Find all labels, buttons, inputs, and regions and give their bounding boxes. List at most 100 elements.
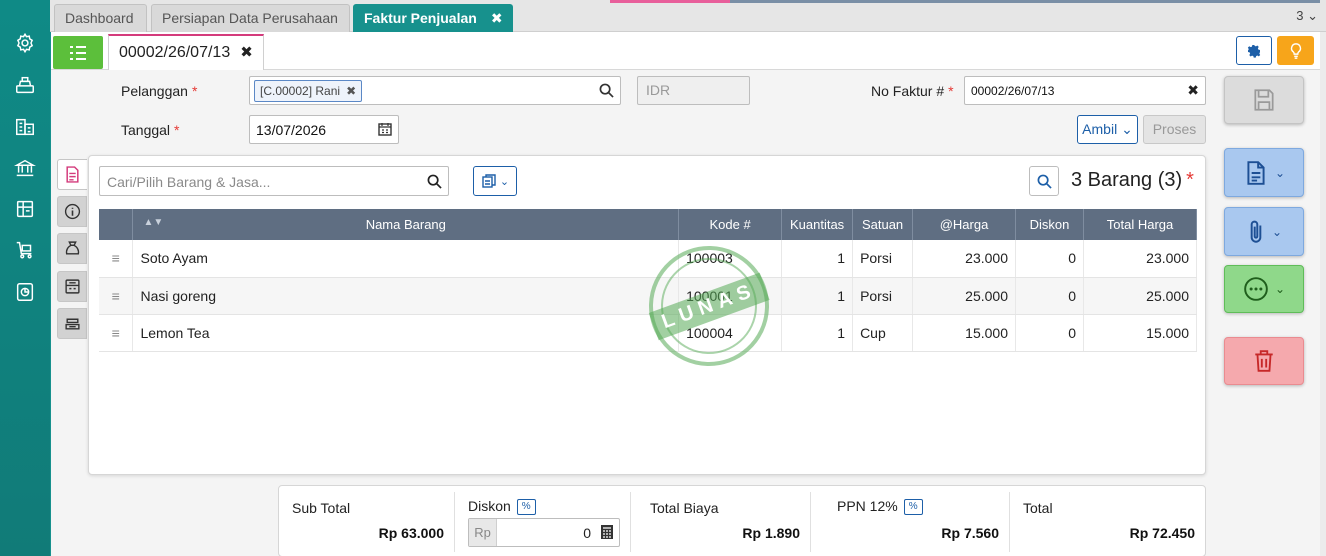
find-item-button[interactable] bbox=[1029, 166, 1059, 196]
item-discount[interactable]: 0 bbox=[1015, 314, 1084, 352]
item-search-input[interactable]: Cari/Pilih Barang & Jasa... bbox=[99, 166, 449, 196]
drag-handle-icon[interactable]: ≡ bbox=[99, 314, 134, 352]
tab-shipping[interactable] bbox=[57, 271, 87, 302]
item-code: 100001 bbox=[678, 277, 783, 315]
customer-select[interactable]: [C.00002] Rani ✖ bbox=[249, 76, 621, 105]
tab-count-dropdown[interactable]: 3 ⌄ bbox=[1296, 8, 1318, 24]
column-satuan[interactable]: Satuan bbox=[852, 209, 914, 240]
main-panel: 00002/26/07/13 ✖ Pelanggan * [C.00002] Ran… bbox=[50, 32, 1320, 556]
item-price[interactable]: 25.000 bbox=[912, 277, 1016, 315]
item-qty[interactable]: 1 bbox=[781, 314, 854, 352]
drag-handle-icon[interactable]: ≡ bbox=[99, 277, 134, 315]
customer-chip-label: [C.00002] Rani bbox=[260, 84, 341, 98]
discount-input[interactable]: Rp 0 bbox=[468, 518, 620, 547]
percent-toggle[interactable]: % bbox=[903, 499, 923, 516]
inventory-icon[interactable] bbox=[13, 197, 37, 221]
bank-icon[interactable] bbox=[13, 156, 37, 180]
item-count: 3 Barang (3) * bbox=[1071, 169, 1194, 191]
item-discount[interactable]: 0 bbox=[1015, 277, 1084, 315]
delete-button[interactable] bbox=[1224, 337, 1304, 385]
tax-label: PPN 12%% bbox=[837, 498, 923, 516]
item-price[interactable]: 23.000 bbox=[912, 240, 1016, 278]
chevron-down-icon: ⌄ bbox=[1274, 282, 1286, 296]
ambil-dropdown-button[interactable]: Ambil ⌄ bbox=[1077, 115, 1138, 144]
main-sidebar bbox=[0, 0, 50, 556]
close-icon[interactable]: ✖ bbox=[491, 10, 503, 26]
date-input[interactable]: 13/07/2026 bbox=[249, 115, 399, 144]
table-row[interactable]: ≡ Soto Ayam 100003 1 Porsi 23.000 0 23.0… bbox=[99, 240, 1198, 278]
item-name[interactable]: Nasi goreng bbox=[132, 277, 680, 315]
document-tab[interactable]: 00002/26/07/13 ✖ bbox=[108, 34, 264, 70]
tax-cell: PPN 12%% Rp 7.560 bbox=[811, 492, 1010, 552]
settings-button[interactable] bbox=[1236, 36, 1272, 65]
tab-dashboard-label: Dashboard bbox=[65, 10, 134, 26]
invoice-number-label: No Faktur # * bbox=[871, 83, 954, 99]
calculator-icon[interactable] bbox=[600, 524, 614, 543]
copy-icon bbox=[482, 174, 496, 188]
item-discount[interactable]: 0 bbox=[1015, 240, 1084, 278]
document-menu-button[interactable]: ⌄ bbox=[1224, 148, 1304, 197]
attachment-button[interactable]: ⌄ bbox=[1224, 207, 1304, 256]
warehouse-cart-icon[interactable] bbox=[13, 238, 37, 262]
search-icon[interactable] bbox=[599, 83, 614, 101]
discount-label: Diskon% bbox=[468, 498, 536, 516]
top-tab-bar: Dashboard Persiapan Data Perusahaan Fakt… bbox=[50, 0, 1326, 32]
item-search-placeholder: Cari/Pilih Barang & Jasa... bbox=[107, 174, 271, 190]
item-count-label: 3 Barang (3) bbox=[1071, 169, 1183, 191]
tab-dashboard[interactable]: Dashboard bbox=[54, 4, 147, 32]
trash-icon bbox=[1255, 350, 1273, 372]
column-kuantitas[interactable]: Kuantitas bbox=[781, 209, 854, 240]
remove-chip-icon[interactable]: ✖ bbox=[346, 84, 356, 98]
discount-currency: Rp bbox=[469, 519, 497, 546]
column-handle bbox=[99, 209, 134, 240]
column-harga[interactable]: @Harga bbox=[912, 209, 1016, 240]
table-row[interactable]: ≡ Nasi goreng 100001 1 Porsi 25.000 0 25… bbox=[99, 277, 1198, 315]
tab-persiapan-label: Persiapan Data Perusahaan bbox=[162, 10, 338, 26]
tab-payment[interactable] bbox=[57, 233, 87, 264]
item-total: 15.000 bbox=[1083, 314, 1198, 352]
building-icon[interactable] bbox=[13, 115, 37, 139]
item-price[interactable]: 15.000 bbox=[912, 314, 1016, 352]
column-nama-barang[interactable]: ▲▼ Nama Barang bbox=[132, 209, 680, 240]
settings-icon[interactable] bbox=[13, 31, 37, 55]
more-actions-button[interactable]: ⌄ bbox=[1224, 265, 1304, 313]
tab-persiapan-data[interactable]: Persiapan Data Perusahaan bbox=[151, 4, 350, 32]
column-diskon[interactable]: Diskon bbox=[1015, 209, 1084, 240]
tab-info[interactable] bbox=[57, 196, 87, 227]
tab-notes[interactable] bbox=[57, 308, 87, 339]
tips-button[interactable] bbox=[1277, 36, 1314, 65]
percent-toggle[interactable]: % bbox=[516, 499, 536, 516]
invoice-number-input[interactable]: 00002/26/07/13 ✖ bbox=[964, 76, 1206, 105]
calendar-icon[interactable] bbox=[378, 122, 392, 139]
close-icon[interactable]: ✖ bbox=[240, 44, 253, 61]
cost-label: Total Biaya bbox=[650, 500, 719, 516]
item-qty[interactable]: 1 bbox=[781, 277, 854, 315]
chevron-down-icon: ⌄ bbox=[1274, 165, 1286, 180]
item-name[interactable]: Lemon Tea bbox=[132, 314, 680, 352]
table-row[interactable]: ≡ Lemon Tea 100004 1 Cup 15.000 0 15.000 bbox=[99, 314, 1198, 352]
items-table-header: ▲▼ Nama Barang Kode # Kuantitas Satuan @H… bbox=[99, 209, 1198, 240]
sort-icon[interactable]: ▲▼ bbox=[143, 217, 163, 228]
copy-items-button[interactable]: ⌄ bbox=[473, 166, 517, 196]
column-kode[interactable]: Kode # bbox=[678, 209, 783, 240]
save-button[interactable] bbox=[1224, 76, 1304, 124]
item-code: 100003 bbox=[678, 240, 783, 278]
document-icon bbox=[1247, 160, 1265, 185]
tab-items[interactable] bbox=[57, 159, 87, 190]
item-name[interactable]: Soto Ayam bbox=[132, 240, 680, 278]
total-cell: Total Rp 72.450 bbox=[1010, 492, 1205, 552]
tab-count-value: 3 bbox=[1296, 8, 1304, 23]
money-bag-icon bbox=[65, 241, 79, 255]
tab-faktur-penjualan[interactable]: Faktur Penjualan ✖ bbox=[353, 4, 513, 32]
list-menu-button[interactable] bbox=[53, 36, 103, 69]
drag-handle-icon[interactable]: ≡ bbox=[99, 240, 134, 278]
cash-register-icon[interactable] bbox=[13, 73, 37, 97]
proses-button[interactable]: Proses bbox=[1143, 115, 1206, 144]
item-qty[interactable]: 1 bbox=[781, 240, 854, 278]
clear-icon[interactable]: ✖ bbox=[1187, 82, 1199, 99]
search-icon[interactable] bbox=[427, 174, 442, 192]
search-icon bbox=[1037, 174, 1052, 189]
chevron-down-icon: ⌄ bbox=[499, 175, 510, 188]
report-chart-icon[interactable] bbox=[13, 280, 37, 304]
column-total-harga[interactable]: Total Harga bbox=[1083, 209, 1198, 240]
